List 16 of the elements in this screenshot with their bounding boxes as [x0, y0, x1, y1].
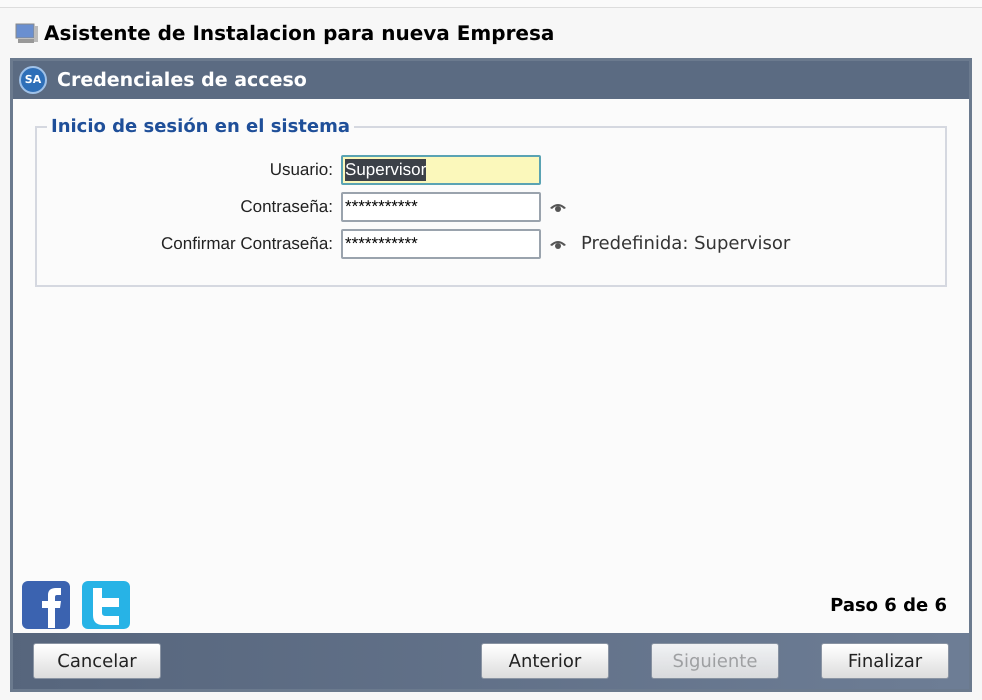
step-indicator: Paso 6 de 6 [830, 594, 947, 618]
dialog-button[interactable]: Anterior [481, 643, 609, 679]
input-field[interactable]: Supervisor [341, 154, 541, 184]
window-title: Asistente de Instalacion para nueva Empresa [44, 20, 554, 47]
dialog-button[interactable]: Cancelar [33, 643, 161, 679]
logo: SA [19, 66, 47, 94]
password-field[interactable]: *********** [341, 192, 541, 222]
panel-title: Credenciales de acceso [57, 68, 307, 93]
field-label: Usuario: [268, 158, 334, 181]
dialog-button[interactable]: Finalizar [821, 643, 949, 679]
default-hint: Predefinida: Supervisor [581, 232, 790, 256]
password-field[interactable]: *********** [341, 228, 541, 258]
facebook-icon[interactable] [21, 580, 71, 630]
group-legend: Inicio de sesión en el sistema [47, 113, 354, 140]
field-label: Confirmar Contraseña: [160, 232, 334, 255]
field-label: Contraseña: [239, 196, 334, 218]
